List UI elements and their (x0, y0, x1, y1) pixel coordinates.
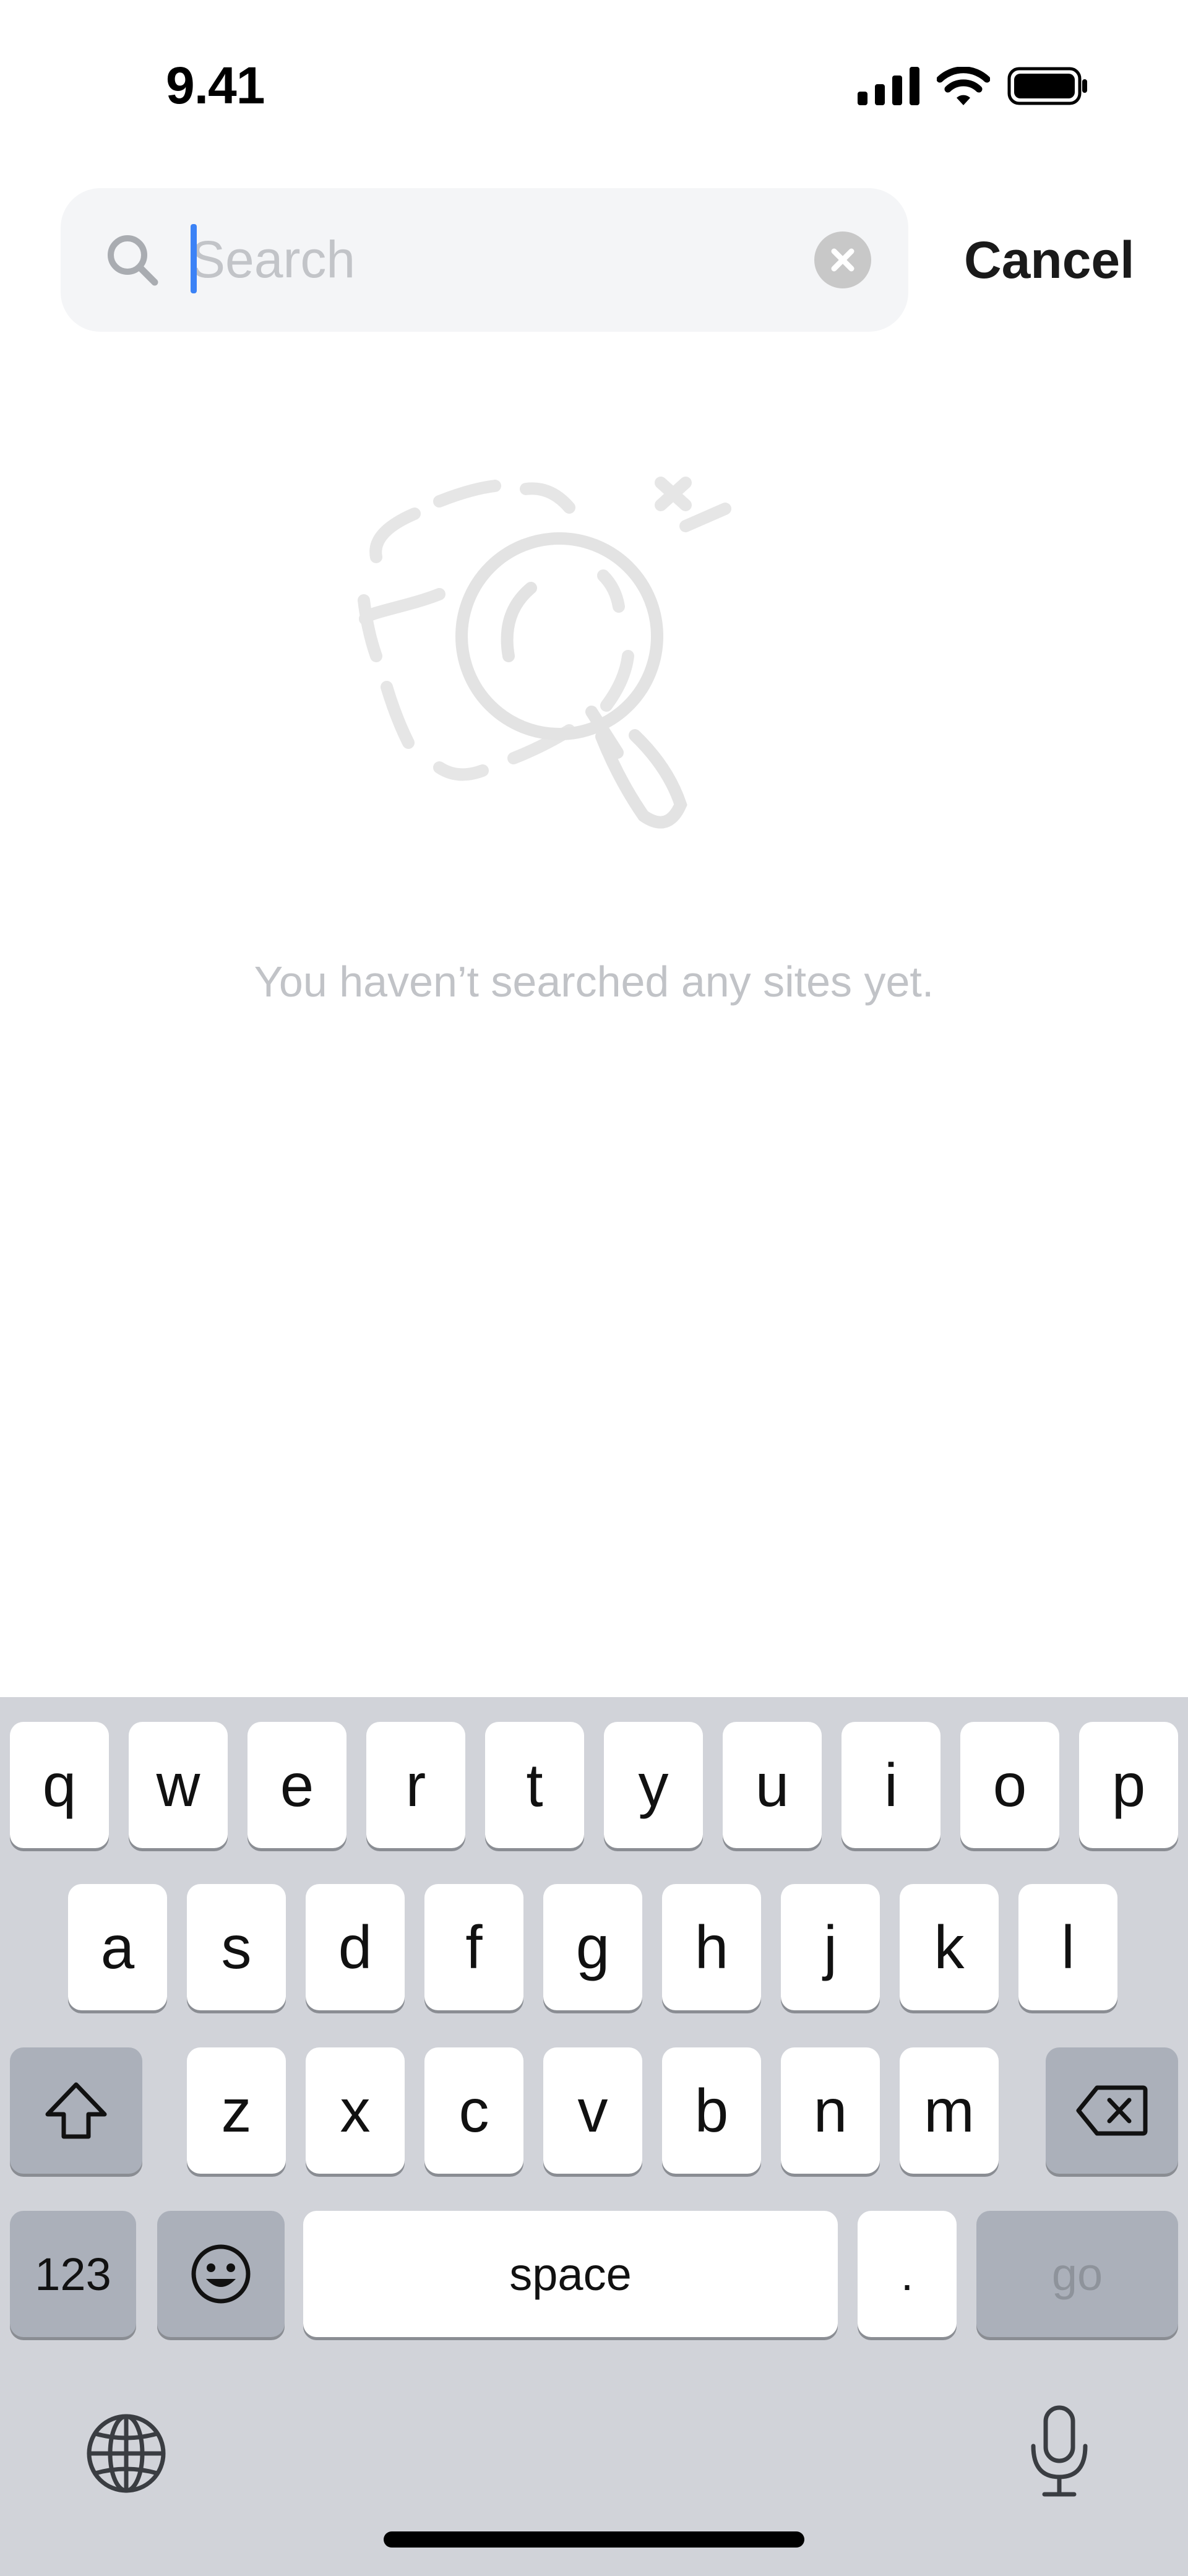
key-r[interactable]: r (366, 1722, 465, 1848)
emoji-icon (191, 2244, 251, 2304)
backspace-icon (1076, 2085, 1148, 2136)
magnifier-illustration (358, 477, 731, 829)
key-l[interactable]: l (1018, 1884, 1117, 2010)
key-d[interactable]: d (306, 1884, 405, 2010)
backspace-key[interactable] (1046, 2047, 1178, 2174)
key-y[interactable]: y (604, 1722, 703, 1848)
key-u[interactable]: u (723, 1722, 822, 1848)
key-x[interactable]: x (306, 2047, 405, 2174)
clear-button[interactable] (814, 231, 871, 288)
key-f[interactable]: f (424, 1884, 523, 2010)
home-indicator (384, 2531, 804, 2548)
key-a[interactable]: a (68, 1884, 167, 2010)
emoji-key[interactable] (157, 2211, 285, 2337)
period-key[interactable]: . (858, 2211, 957, 2337)
key-v[interactable]: v (543, 2047, 642, 2174)
key-o[interactable]: o (960, 1722, 1059, 1848)
key-n[interactable]: n (781, 2047, 880, 2174)
signal-icon (858, 67, 919, 105)
key-c[interactable]: c (424, 2047, 523, 2174)
battery-icon (1007, 67, 1087, 105)
status-icons (858, 67, 1089, 105)
key-m[interactable]: m (900, 2047, 999, 2174)
key-p[interactable]: p (1079, 1722, 1178, 1848)
numbers-key[interactable]: 123 (10, 2211, 136, 2337)
status-bar: 9.41 (0, 0, 1188, 173)
space-key[interactable]: space (303, 2211, 838, 2337)
key-q[interactable]: q (10, 1722, 109, 1848)
keyboard: q w e r t y u i o p a s d f g h j k l z … (0, 1697, 1188, 2576)
text-cursor (191, 224, 197, 293)
key-k[interactable]: k (900, 1884, 999, 2010)
wifi-icon (937, 67, 990, 105)
globe-icon[interactable] (84, 2411, 168, 2496)
status-time: 9.41 (166, 56, 265, 115)
cancel-button[interactable]: Cancel (964, 230, 1134, 290)
key-t[interactable]: t (485, 1722, 584, 1848)
key-w[interactable]: w (129, 1722, 228, 1848)
key-g[interactable]: g (543, 1884, 642, 2010)
key-h[interactable]: h (662, 1884, 761, 2010)
go-key[interactable]: go (976, 2211, 1178, 2337)
clear-icon (831, 248, 854, 272)
key-z[interactable]: z (187, 2047, 286, 2174)
search-input[interactable] (191, 219, 828, 300)
key-e[interactable]: e (248, 1722, 346, 1848)
search-box[interactable] (61, 188, 908, 332)
search-icon (108, 235, 158, 286)
key-s[interactable]: s (187, 1884, 286, 2010)
key-i[interactable]: i (842, 1722, 940, 1848)
key-j[interactable]: j (781, 1884, 880, 2010)
shift-icon (45, 2082, 107, 2139)
key-b[interactable]: b (662, 2047, 761, 2174)
microphone-icon[interactable] (1028, 2405, 1090, 2498)
empty-state-message: You haven’t searched any sites yet. (254, 957, 934, 1006)
shift-key[interactable] (10, 2047, 142, 2174)
